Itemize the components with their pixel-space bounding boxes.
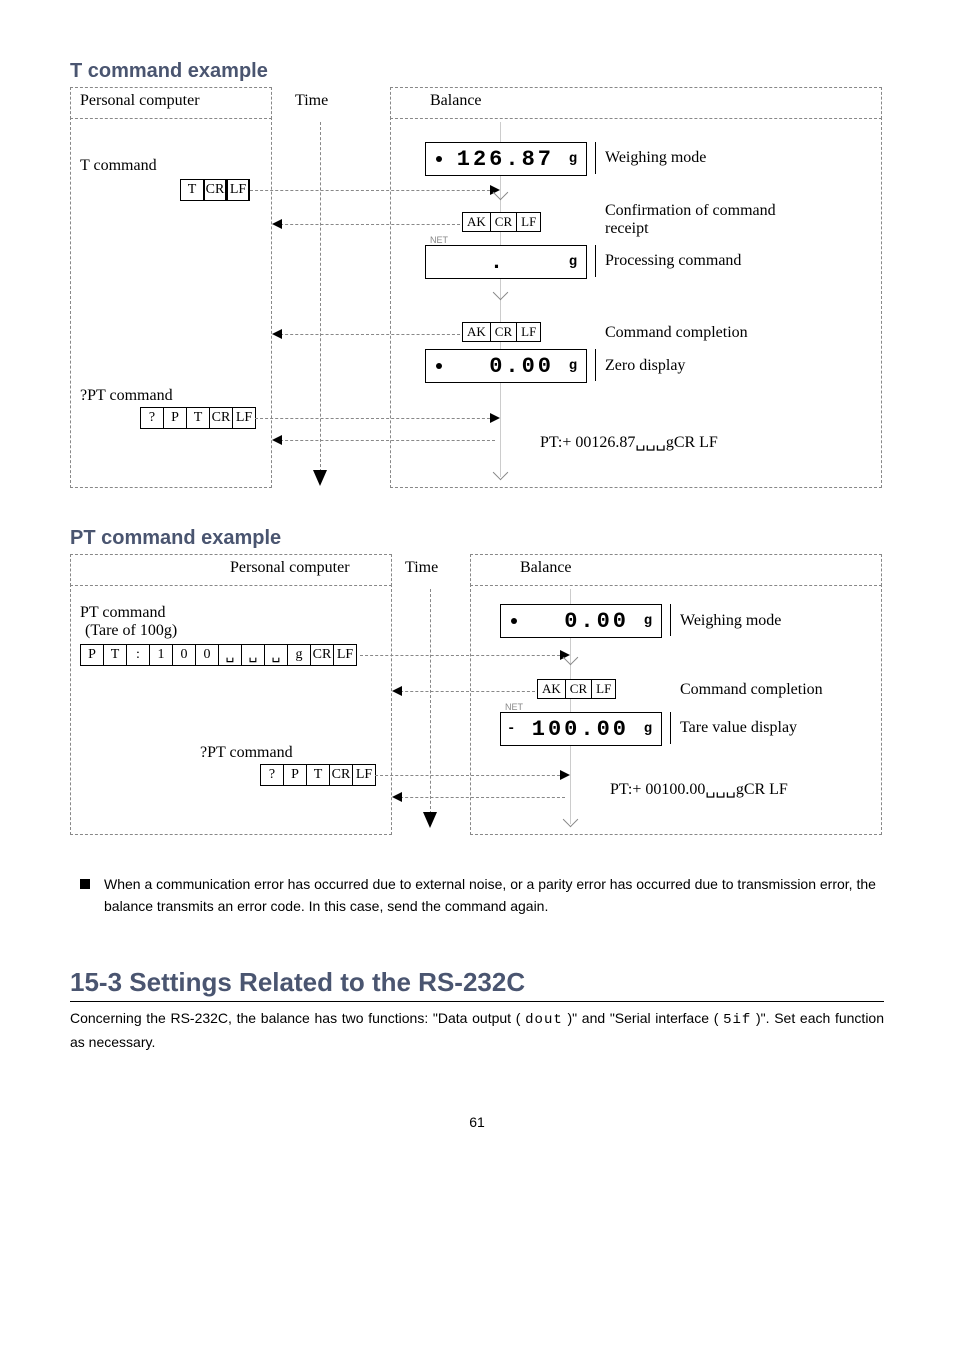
label-completion-2: Command completion [680,681,823,699]
heading-15-3: 15-3 Settings Related to the RS-232C [70,967,884,1002]
diagram-pt-command: Personal computer Time Balance PT comman… [70,554,884,834]
balance-display-pt2: - 100.00 g [500,712,662,746]
label-completion-1: Command completion [605,324,748,342]
label-tare-display: Tare value display [680,719,797,737]
col-header-time-2: Time [405,559,438,577]
pt-response-text: PT:+ 00126.87␣␣␣gCR LF [540,432,718,452]
ak-response-1: AK CR LF [462,212,541,232]
error-paragraph: When a communication error has occurred … [70,874,884,917]
col-header-pc-2: Personal computer [230,559,350,577]
balance-display-2: . g [425,245,587,279]
label-confirm-receipt: Confirmation of command receipt [605,202,785,238]
ak-response-pt: AK CR LF [537,679,616,699]
pt-command-sub: (Tare of 100g) [85,622,177,640]
col-header-balance: Balance [430,92,482,110]
label-weighing-mode-2: Weighing mode [680,612,781,630]
label-processing: Processing command [605,252,741,270]
pt-query-cells: ? P T CR LF [140,407,256,429]
label-weighing-mode: Weighing mode [605,149,706,167]
col-header-time: Time [295,92,328,110]
ak-response-2: AK CR LF [462,322,541,342]
bullet-icon [80,879,90,889]
t-command-label: T command [80,157,157,175]
time-arrow-icon-2 [423,812,437,828]
balance-display-1: 126.87 g [425,142,587,176]
pt-response-text-2: PT:+ 00100.00␣␣␣gCR LF [610,779,788,799]
heading-t-example: T command example [70,60,884,83]
label-zero-display: Zero display [605,357,685,375]
pt-query-label-2: ?PT command [200,744,293,762]
col-header-balance-2: Balance [520,559,572,577]
net-tag-1: NET [430,235,448,245]
page-number: 61 [70,1114,884,1130]
balance-display-3: 0.00 g [425,349,587,383]
heading-pt-example: PT command example [70,527,884,550]
t-command-cells: T CR LF [180,179,250,201]
pt-query-cells-2: ? P T CR LF [260,764,376,786]
pt-command-label: PT command [80,604,165,622]
net-tag-2: NET [505,702,523,712]
pt-query-label: ?PT command [80,387,173,405]
col-header-pc: Personal computer [80,92,200,110]
pt-command-cells: P T : 1 0 0 ␣ ␣ ␣ g CR LF [80,644,357,666]
body-15-3: Concerning the RS-232C, the balance has … [70,1008,884,1053]
diagram-t-command: Personal computer Time Balance T command… [70,87,884,487]
time-arrow-icon [313,470,327,486]
balance-display-pt1: 0.00 g [500,604,662,638]
